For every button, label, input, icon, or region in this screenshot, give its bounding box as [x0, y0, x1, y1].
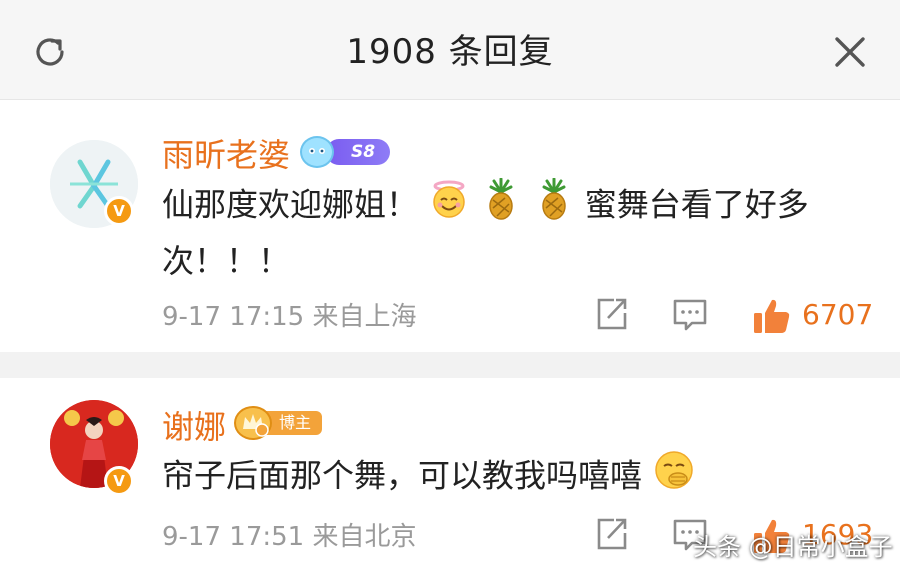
- close-icon[interactable]: [828, 30, 872, 74]
- comment-reply-icon[interactable]: [672, 296, 708, 332]
- timestamp: 9-17 17:15: [162, 302, 305, 332]
- share-icon[interactable]: [594, 296, 630, 332]
- comment-meta: 9-17 17:51 来自北京: [162, 516, 416, 553]
- comment-content: 帘子后面那个舞，可以教我吗嘻嘻: [162, 448, 862, 507]
- level-badge: S8: [300, 136, 392, 168]
- verified-badge: V: [104, 196, 134, 226]
- comment-text: 帘子后面那个舞，可以教我吗嘻嘻: [162, 456, 643, 495]
- comment-text: 次！！！: [162, 242, 291, 280]
- thumbs-up-icon[interactable]: [752, 296, 792, 336]
- username[interactable]: 谢娜: [162, 402, 226, 448]
- header: 1908 条回复: [0, 0, 900, 100]
- comment-item: V 雨昕老婆 S8 仙那度欢迎娜姐！ 蜜舞台看了好多 次！！！ 9-17 17:…: [0, 100, 900, 352]
- location: 来自北京: [312, 522, 417, 552]
- comment-text: 仙那度欢迎娜姐！: [162, 185, 419, 224]
- watermark: 头条 @日常小盒子: [693, 533, 893, 561]
- comment-text: 蜜舞台看了好多: [584, 185, 809, 224]
- like-count: 6707: [802, 298, 874, 331]
- blogger-badge: 博主: [234, 406, 324, 440]
- username[interactable]: 雨昕老婆: [162, 130, 290, 176]
- smiling-angel-emoji: [428, 178, 470, 235]
- comment-separator: [0, 352, 900, 378]
- comment-meta: 9-17 17:15 来自上海: [162, 296, 416, 333]
- location: 来自上海: [312, 302, 417, 332]
- share-icon[interactable]: [594, 516, 630, 552]
- mascot-icon: [300, 136, 334, 168]
- level-badge-text: S8: [326, 139, 390, 165]
- verified-badge: V: [104, 466, 134, 496]
- crown-icon: [234, 406, 272, 440]
- giggle-emoji: [652, 448, 696, 507]
- pineapple-emoji: [533, 177, 575, 235]
- page-title: 1908 条回复: [346, 32, 554, 72]
- pineapple-emoji: [480, 177, 522, 235]
- comment-content: 仙那度欢迎娜姐！ 蜜舞台看了好多 次！！！: [162, 177, 862, 287]
- timestamp: 9-17 17:51: [162, 522, 305, 552]
